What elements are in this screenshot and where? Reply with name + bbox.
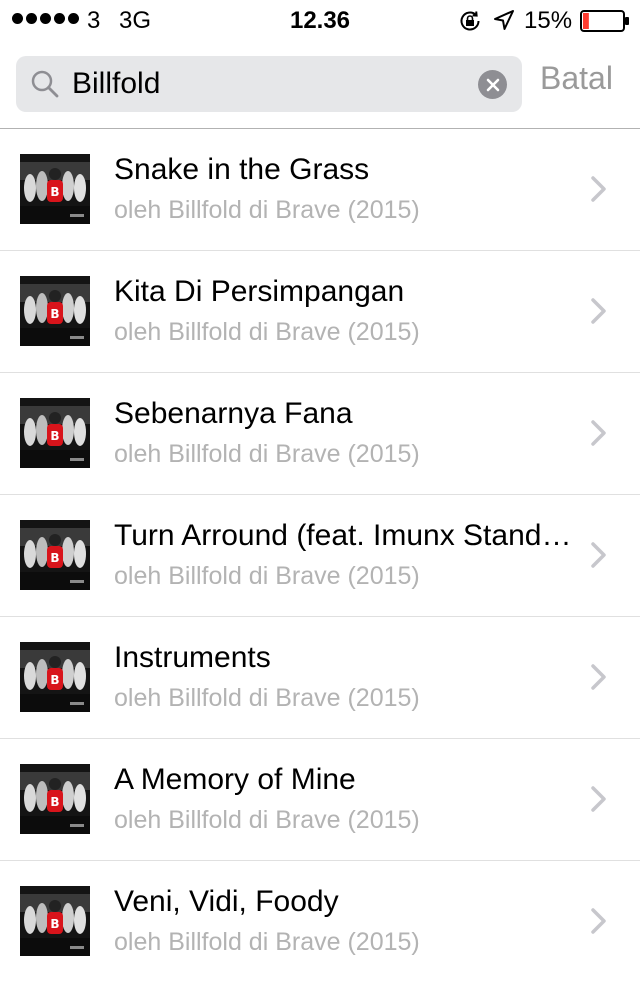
chevron-right-icon (591, 420, 606, 446)
album-artwork: B (20, 276, 90, 346)
song-result-row[interactable]: B Instruments oleh Billfold di Brave (20… (0, 617, 640, 739)
chevron-right-icon (591, 542, 606, 568)
album-artwork: B (20, 886, 90, 956)
song-title: Veni, Vidi, Foody (114, 885, 339, 918)
song-title: A Memory of Mine (114, 763, 356, 796)
song-result-row[interactable]: B Veni, Vidi, Foody oleh Billfold di Bra… (0, 861, 640, 982)
svg-text:B: B (50, 795, 59, 809)
svg-text:B: B (50, 307, 59, 321)
search-field[interactable] (16, 56, 522, 112)
chevron-right-icon (591, 786, 606, 812)
rotation-lock-icon (460, 11, 480, 31)
album-artwork: B (20, 642, 90, 712)
status-bar: 3 3G 12.36 15% (0, 0, 640, 40)
search-icon (31, 70, 59, 98)
battery-icon (580, 10, 629, 32)
song-subtitle: oleh Billfold di Brave (2015) (114, 318, 420, 346)
album-artwork: B (20, 764, 90, 834)
song-title: Turn Arround (feat. Imunx Standup) (114, 519, 574, 552)
battery-percentage: 15% (524, 7, 573, 34)
svg-text:B: B (50, 673, 59, 687)
cancel-button[interactable]: Batal (540, 60, 613, 97)
clear-icon (486, 78, 499, 91)
svg-text:B: B (50, 917, 59, 931)
svg-text:B: B (50, 551, 59, 565)
song-title: Instruments (114, 641, 271, 674)
search-input[interactable] (72, 66, 462, 102)
song-subtitle: oleh Billfold di Brave (2015) (114, 928, 420, 956)
album-artwork: B (20, 154, 90, 224)
song-subtitle: oleh Billfold di Brave (2015) (114, 684, 420, 712)
song-result-row[interactable]: B Snake in the Grass oleh Billfold di Br… (0, 129, 640, 251)
song-subtitle: oleh Billfold di Brave (2015) (114, 806, 420, 834)
clear-search-button[interactable] (478, 70, 507, 99)
song-title: Sebenarnya Fana (114, 397, 353, 430)
album-artwork: B (20, 520, 90, 590)
album-artwork: B (20, 398, 90, 468)
song-subtitle: oleh Billfold di Brave (2015) (114, 562, 420, 590)
chevron-right-icon (591, 176, 606, 202)
song-result-row[interactable]: B Turn Arround (feat. Imunx Standup) ole… (0, 495, 640, 617)
search-results-list: B Snake in the Grass oleh Billfold di Br… (0, 129, 640, 982)
song-title: Kita Di Persimpangan (114, 275, 405, 308)
song-result-row[interactable]: B Kita Di Persimpangan oleh Billfold di … (0, 251, 640, 373)
song-result-row[interactable]: B Sebenarnya Fana oleh Billfold di Brave… (0, 373, 640, 495)
song-result-row[interactable]: B A Memory of Mine oleh Billfold di Brav… (0, 739, 640, 861)
song-title: Snake in the Grass (114, 153, 370, 186)
chevron-right-icon (591, 908, 606, 934)
svg-text:B: B (50, 429, 59, 443)
chevron-right-icon (591, 664, 606, 690)
location-arrow-icon (494, 10, 514, 30)
song-subtitle: oleh Billfold di Brave (2015) (114, 196, 420, 224)
svg-text:B: B (50, 185, 59, 199)
chevron-right-icon (591, 298, 606, 324)
song-subtitle: oleh Billfold di Brave (2015) (114, 440, 420, 468)
